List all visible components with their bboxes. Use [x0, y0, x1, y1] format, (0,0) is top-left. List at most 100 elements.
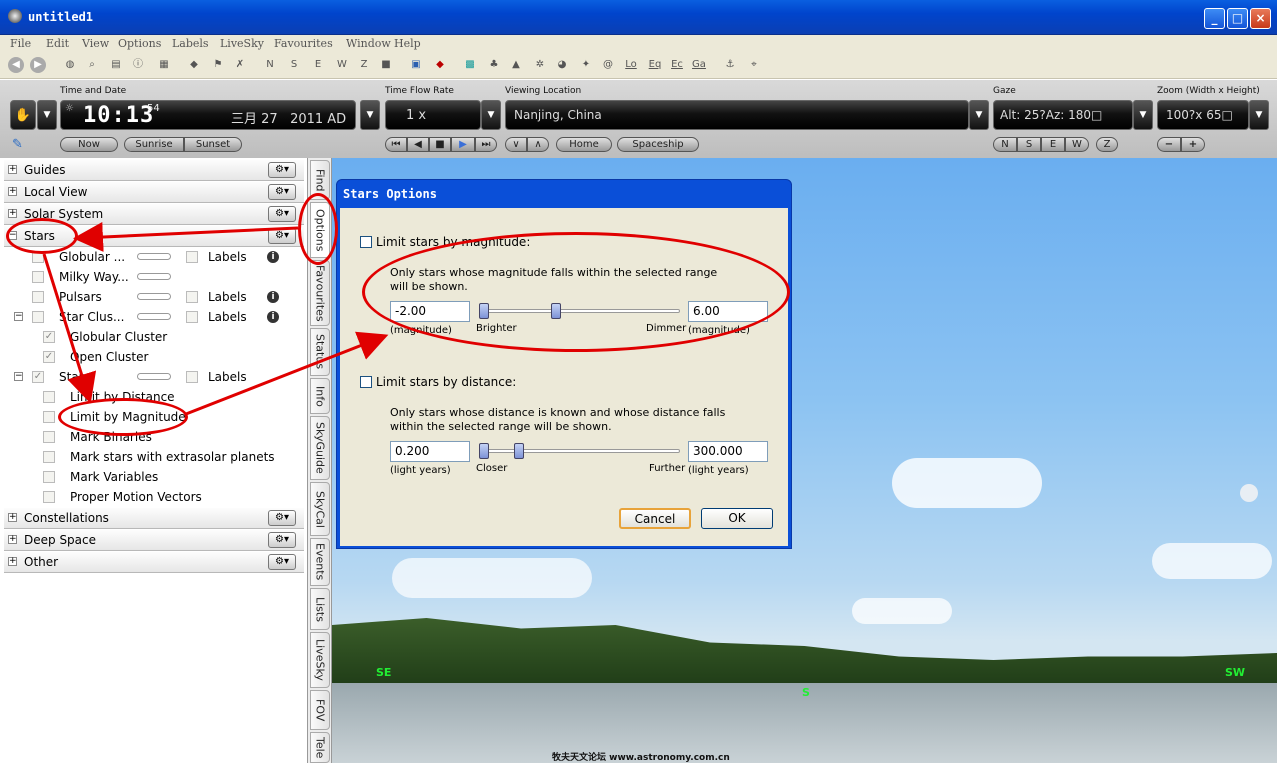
moon-icon[interactable]	[1240, 484, 1258, 502]
zoom-out-button[interactable]: −	[1157, 137, 1181, 152]
gaze-display[interactable]: Alt: 25?Az: 180□	[993, 100, 1133, 130]
galactic-grid-button[interactable]: Ga	[690, 57, 708, 73]
image-icon[interactable]: ▣	[408, 57, 424, 73]
expand-icon[interactable]: +	[8, 187, 17, 196]
zoom-in-button[interactable]: +	[1181, 137, 1205, 152]
menu-file[interactable]: File	[10, 37, 31, 50]
tab-fov[interactable]: FOV	[310, 690, 330, 730]
mountain-icon[interactable]: ▲	[508, 57, 524, 73]
zenith-button[interactable]: Z	[356, 57, 372, 73]
globular-slider[interactable]	[137, 253, 171, 260]
compass-east-button[interactable]: E	[310, 57, 326, 73]
stars-icon[interactable]: ▩	[462, 57, 478, 73]
menu-window[interactable]: Window	[346, 37, 391, 50]
gaze-west-button[interactable]: W	[1065, 137, 1089, 152]
grid-icon[interactable]: ▦	[156, 57, 172, 73]
stars-slider[interactable]	[137, 373, 171, 380]
limit-distance-dialog-label[interactable]: Limit stars by distance:	[376, 375, 516, 389]
gear-icon[interactable]: ⚙▾	[268, 162, 296, 178]
equatorial-grid-button[interactable]: Eq	[646, 57, 664, 73]
info-icon[interactable]: ⓘ	[130, 57, 146, 73]
limit-distance-dialog-checkbox[interactable]	[360, 376, 372, 388]
gaze-east-button[interactable]: E	[1041, 137, 1065, 152]
menu-labels[interactable]: Labels	[172, 37, 209, 50]
proper-motion-checkbox[interactable]	[43, 491, 55, 503]
gear-icon[interactable]: ⚙▾	[268, 554, 296, 570]
document-icon[interactable]: ▤	[108, 57, 124, 73]
menu-edit[interactable]: Edit	[46, 37, 69, 50]
gear-icon[interactable]: ⚙▾	[268, 510, 296, 526]
expand-icon[interactable]: +	[8, 165, 17, 174]
forward-icon[interactable]: ▶	[30, 57, 46, 73]
sunset-button[interactable]: Sunset	[184, 137, 242, 152]
expand-icon[interactable]: +	[8, 513, 17, 522]
open-cluster-checkbox[interactable]: ✓	[43, 351, 55, 363]
gear-icon[interactable]: ⚙▾	[268, 206, 296, 222]
gear-icon[interactable]: ⚙▾	[268, 532, 296, 548]
zoom-display[interactable]: 100?x 65□	[1157, 100, 1249, 130]
tree-icon[interactable]: ♣	[486, 57, 502, 73]
tab-skyguide[interactable]: SkyGuide	[310, 416, 330, 480]
tab-skycal[interactable]: SkyCal	[310, 482, 330, 536]
limit-magnitude-dialog-checkbox[interactable]	[360, 236, 372, 248]
pulsars-labels-checkbox[interactable]	[186, 291, 198, 303]
gaze-dropdown[interactable]: ▼	[1133, 100, 1153, 130]
viewing-location-display[interactable]: Nanjing, China	[505, 100, 969, 130]
hand-tool-button[interactable]: ✋	[10, 100, 36, 130]
square-icon[interactable]: ■	[378, 57, 394, 73]
compass-west-button[interactable]: W	[334, 57, 350, 73]
stop-button[interactable]: ■	[429, 137, 451, 152]
stars-labels-checkbox[interactable]	[186, 371, 198, 383]
menu-livesky[interactable]: LiveSky	[220, 37, 264, 50]
reverse-button[interactable]: ◀	[407, 137, 429, 152]
time-date-display[interactable]: ☼ 10:13 54 三月 27 2011 AD	[60, 100, 356, 130]
galaxy-icon[interactable]: ◕	[554, 57, 570, 73]
cube-icon[interactable]: ◆	[186, 57, 202, 73]
star-clusters-slider[interactable]	[137, 313, 171, 320]
zoom-dropdown[interactable]: ▼	[1249, 100, 1269, 130]
star-clusters-checkbox[interactable]	[32, 311, 44, 323]
info-icon[interactable]: i	[267, 251, 279, 263]
step-back-button[interactable]: ⏮	[385, 137, 407, 152]
distance-max-thumb[interactable]	[514, 443, 524, 459]
globular-labels-checkbox[interactable]	[186, 251, 198, 263]
info-icon[interactable]: i	[267, 311, 279, 323]
globe-icon[interactable]: ◍	[62, 57, 78, 73]
telescope-icon[interactable]: ⚓	[722, 57, 738, 73]
distance-min-thumb[interactable]	[479, 443, 489, 459]
flag-icon[interactable]: ⚑	[210, 57, 226, 73]
sunrise-button[interactable]: Sunrise	[124, 137, 184, 152]
menu-view[interactable]: View	[82, 37, 109, 50]
gaze-south-button[interactable]: S	[1017, 137, 1041, 152]
ok-button[interactable]: OK	[701, 508, 773, 529]
pulsars-checkbox[interactable]	[32, 291, 44, 303]
tab-favourites[interactable]: Favourites	[310, 260, 330, 326]
section-local-view[interactable]: + Local View ⚙▾	[4, 182, 304, 203]
home-button[interactable]: Home	[556, 137, 612, 152]
pin-icon[interactable]: ✎	[12, 137, 23, 152]
expand-icon[interactable]: +	[8, 209, 17, 218]
now-button[interactable]: Now	[60, 137, 118, 152]
globular-cluster-checkbox[interactable]: ✓	[43, 331, 55, 343]
section-deep-space[interactable]: + Deep Space ⚙▾	[4, 530, 304, 551]
asterism-icon[interactable]: ✲	[532, 57, 548, 73]
mark-binaries-checkbox[interactable]	[43, 431, 55, 443]
info-icon[interactable]: i	[267, 291, 279, 303]
cancel-button[interactable]: Cancel	[619, 508, 691, 529]
stars-checkbox[interactable]: ✓	[32, 371, 44, 383]
menu-options[interactable]: Options	[118, 37, 161, 50]
collapse-icon[interactable]: −	[14, 372, 23, 381]
time-date-dropdown[interactable]: ▼	[360, 100, 380, 130]
expand-icon[interactable]: +	[8, 535, 17, 544]
minimize-button[interactable]: _	[1204, 8, 1225, 29]
local-grid-button[interactable]: Lo	[622, 57, 640, 73]
distance-max-input[interactable]: 300.000	[688, 441, 768, 462]
expand-icon[interactable]: +	[8, 557, 17, 566]
compass-south-button[interactable]: S	[286, 57, 302, 73]
section-constellations[interactable]: + Constellations ⚙▾	[4, 508, 304, 529]
back-icon[interactable]: ◀	[8, 57, 24, 73]
viewing-location-dropdown[interactable]: ▼	[969, 100, 989, 130]
pulsars-slider[interactable]	[137, 293, 171, 300]
location-up-button[interactable]: ∧	[527, 137, 549, 152]
tab-tele[interactable]: Tele	[310, 732, 330, 763]
